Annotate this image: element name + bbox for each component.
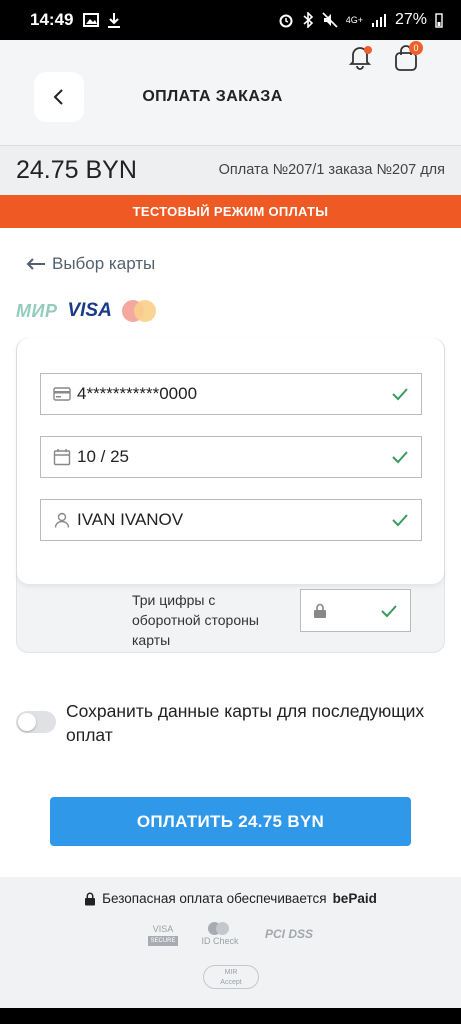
order-amount: 24.75 BYN (16, 156, 137, 184)
pci-dss-seal: PCI DSS (264, 927, 313, 941)
status-bar: 14:49 4G+ 27% (0, 0, 461, 40)
secure-payment-note: Безопасная оплата обеспечивается bePaid (0, 891, 461, 906)
expiry-value: 10 / 25 (77, 447, 129, 466)
secure-text: Безопасная оплата обеспечивается (102, 891, 327, 906)
order-description: Оплата №207/1 заказа №207 для (218, 162, 445, 178)
mir-seal-title: MIR (224, 969, 238, 976)
mastercard-logo (121, 300, 156, 322)
credit-card-icon (53, 387, 71, 401)
notification-dot (364, 46, 372, 54)
card-number-field[interactable]: 4***********0000 (40, 373, 422, 415)
save-card-toggle[interactable] (16, 711, 56, 733)
card-brands: МИР VISA (16, 298, 156, 324)
cvv-label: Три цифры с оборотной стороны карты (132, 592, 259, 648)
expiry-field[interactable]: 10 / 25 (40, 436, 422, 478)
check-icon (392, 451, 408, 464)
lock-icon (85, 892, 96, 905)
cart-badge: 0 (409, 41, 423, 55)
mir-logo: МИР (16, 300, 58, 321)
user-icon (54, 512, 70, 528)
battery-level: 27% (394, 11, 427, 28)
mute-icon (322, 12, 338, 28)
battery-icon (435, 13, 443, 28)
alarm-icon (279, 14, 293, 28)
lock-icon (314, 603, 326, 618)
check-icon (392, 388, 408, 401)
system-nav-bar (0, 1008, 461, 1024)
idcheck-label: ID Check (201, 936, 239, 946)
page-header: ОПЛАТА ЗАКАЗА (0, 40, 461, 145)
visa-logo: VISA (67, 300, 112, 321)
idcheck-seal: ID Check (195, 922, 245, 946)
test-mode-banner: ТЕСТОВЫЙ РЕЖИМ ОПЛАТЫ (0, 195, 461, 228)
mir-seal-sub: Accept (220, 979, 242, 986)
cardholder-value: IVAN IVANOV (77, 510, 184, 529)
cvv-field[interactable] (300, 589, 411, 632)
check-icon (392, 514, 408, 527)
signal-icon (371, 14, 386, 27)
mir-accept-seal: MIR Accept (203, 965, 259, 989)
download-icon (108, 13, 121, 28)
visa-secure-seal: VISA SECURE (148, 924, 178, 946)
order-summary: 24.75 BYN Оплата №207/1 заказа №207 для (0, 145, 461, 195)
cardholder-field[interactable]: IVAN IVANOV (40, 499, 422, 541)
visa-secure-sub: SECURE (148, 936, 178, 946)
network-label: 4G+ (345, 15, 363, 25)
footer: Безопасная оплата обеспечивается bePaid … (0, 877, 461, 1008)
visa-secure-title: VISA (152, 924, 174, 934)
page-title: ОПЛАТА ЗАКАЗА (142, 88, 283, 105)
bluetooth-icon (303, 12, 313, 28)
save-card-label: Сохранить данные карты для последующих о… (66, 701, 425, 745)
card-choice-label: Выбор карты (52, 254, 156, 273)
status-time: 14:49 (30, 10, 74, 29)
gallery-icon (83, 13, 100, 27)
card-number-value: 4***********0000 (77, 384, 198, 403)
arrow-left-icon (26, 258, 45, 270)
card-choice-link[interactable]: Выбор карты (26, 254, 155, 274)
calendar-icon (53, 449, 71, 466)
pay-button[interactable]: ОПЛАТИТЬ 24.75 BYN (50, 797, 411, 846)
provider-name: bePaid (332, 891, 377, 906)
check-icon (381, 604, 397, 617)
